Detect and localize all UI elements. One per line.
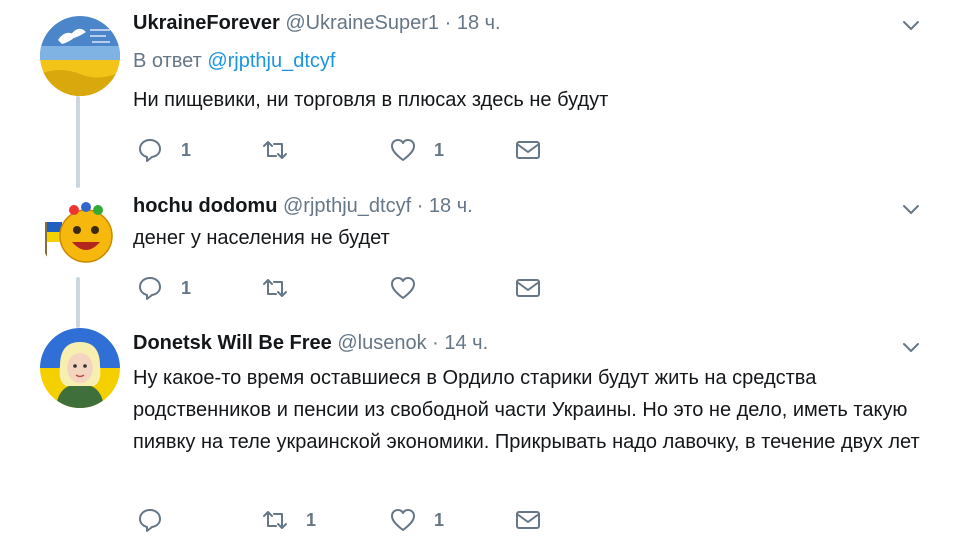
- reply-count: 1: [181, 277, 192, 298]
- tweet[interactable]: Donetsk Will Be Free @lusenok · 14 ч. Ну…: [0, 324, 969, 539]
- envelope-icon: [516, 141, 540, 159]
- like-button[interactable]: 1: [389, 135, 444, 165]
- author-name[interactable]: Donetsk Will Be Free: [133, 332, 332, 354]
- tweet-text: Ни пищевики, ни торговля в плюсах здесь …: [133, 89, 609, 111]
- separator-dot: ·: [444, 12, 452, 34]
- tweet-actions: 1: [133, 273, 553, 303]
- reply-icon: [139, 277, 161, 300]
- timestamp[interactable]: 18 ч.: [457, 12, 501, 34]
- author-handle[interactable]: @rjpthju_dtcyf: [283, 195, 411, 217]
- author-name[interactable]: hochu dodomu: [133, 195, 277, 217]
- emoji-flag-avatar-icon: [40, 194, 120, 274]
- heart-icon: [391, 139, 415, 161]
- author-name[interactable]: UkraineForever: [133, 12, 280, 34]
- separator-dot: ·: [416, 195, 424, 217]
- avatar[interactable]: [40, 16, 120, 96]
- retweet-icon: [263, 141, 287, 159]
- timestamp[interactable]: 18 ч.: [429, 195, 473, 217]
- timestamp[interactable]: 14 ч.: [444, 332, 488, 354]
- retweet-button[interactable]: [261, 273, 316, 303]
- like-count: 1: [434, 139, 445, 160]
- author-handle[interactable]: @UkraineSuper1: [285, 12, 439, 34]
- retweet-icon: [263, 279, 287, 297]
- heart-icon: [391, 277, 415, 299]
- retweet-button[interactable]: [261, 135, 316, 165]
- avatar[interactable]: [40, 194, 120, 274]
- retweet-count: 1: [306, 509, 317, 530]
- reply-count: 1: [181, 139, 192, 160]
- retweet-button[interactable]: 1: [261, 505, 316, 535]
- chevron-down-icon: [903, 21, 919, 30]
- ukraine-dove-avatar-icon: [40, 16, 120, 96]
- thread-line: [76, 96, 80, 188]
- tweet-header: Donetsk Will Be Free @lusenok · 14 ч.: [133, 329, 488, 357]
- envelope-icon: [516, 511, 540, 529]
- author-handle[interactable]: @lusenok: [337, 332, 426, 354]
- envelope-icon: [516, 279, 540, 297]
- reply-to-link[interactable]: @rjpthju_dtcyf: [207, 50, 335, 72]
- tweet-text: денег у населения не будет: [133, 227, 390, 249]
- reply-icon: [139, 139, 161, 162]
- reply-context: В ответ @rjpthju_dtcyf: [133, 47, 335, 75]
- tweet-header: hochu dodomu @rjpthju_dtcyf · 18 ч.: [133, 192, 473, 220]
- tweet-actions: 1 1: [133, 505, 553, 535]
- like-button[interactable]: 1: [389, 505, 444, 535]
- reply-icon: [139, 509, 161, 532]
- avatar[interactable]: [40, 328, 120, 408]
- heart-icon: [391, 509, 415, 531]
- tweet-header: UkraineForever @UkraineSuper1 · 18 ч.: [133, 9, 501, 37]
- retweet-icon: [263, 511, 287, 529]
- thread-line: [76, 277, 80, 328]
- more-options-button[interactable]: [900, 14, 922, 36]
- direct-message-button[interactable]: [514, 135, 542, 165]
- reply-button[interactable]: [136, 505, 191, 535]
- chevron-down-icon: [903, 205, 919, 214]
- like-button[interactable]: [389, 273, 444, 303]
- tweet-text: Ну какое-то время оставшиеся в Ордило ст…: [133, 367, 920, 453]
- reply-prefix: В ответ: [133, 50, 202, 72]
- reply-button[interactable]: 1: [136, 273, 191, 303]
- woman-illustration-avatar-icon: [40, 328, 120, 408]
- more-options-button[interactable]: [900, 336, 922, 358]
- chevron-down-icon: [903, 343, 919, 352]
- tweet[interactable]: hochu dodomu @rjpthju_dtcyf · 18 ч. дене…: [0, 188, 969, 328]
- direct-message-button[interactable]: [514, 273, 542, 303]
- like-count: 1: [434, 509, 445, 530]
- tweet-actions: 1 1: [133, 135, 553, 165]
- separator-dot: ·: [432, 332, 439, 354]
- tweet[interactable]: UkraineForever @UkraineSuper1 · 18 ч. В …: [0, 0, 969, 188]
- more-options-button[interactable]: [900, 198, 922, 220]
- reply-button[interactable]: 1: [136, 135, 191, 165]
- direct-message-button[interactable]: [514, 505, 542, 535]
